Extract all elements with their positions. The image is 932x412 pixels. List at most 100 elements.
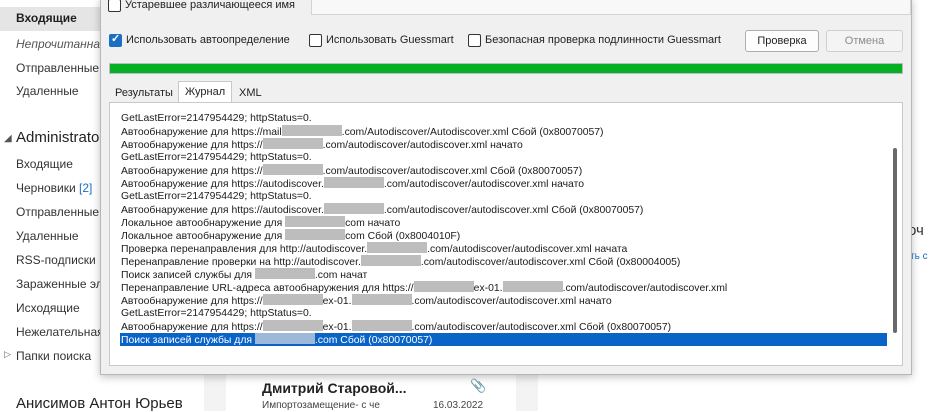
log-text: Автообнаружение для https://mail xyxy=(121,127,282,138)
redacted-text xyxy=(254,333,315,344)
redacted-text xyxy=(323,177,384,188)
folder-drafts[interactable]: Черновики [2] xyxy=(16,181,92,195)
log-text: Автообнаружение для https:// xyxy=(121,166,263,177)
redacted-text xyxy=(262,294,323,305)
folder-sent-favorite[interactable]: Отправленные xyxy=(16,61,99,75)
vertical-scrollbar[interactable] xyxy=(890,103,902,365)
log-text: .com/autodiscover/autodiscover.xml Сбой … xyxy=(383,205,644,216)
log-text: Автообнаружение для https:// xyxy=(121,140,263,151)
log-text: Автообнаружение для https://autodiscover… xyxy=(121,205,324,216)
redacted-text xyxy=(281,125,342,136)
redacted-text xyxy=(413,281,474,292)
log-line[interactable]: Проверка перенаправления для http://auto… xyxy=(120,242,887,255)
secure-guessmart-checkbox[interactable] xyxy=(468,34,481,47)
log-text: Перенаправление проверки на http://autod… xyxy=(121,257,361,268)
check-button[interactable]: Проверка xyxy=(745,30,819,52)
log-line[interactable]: Поиск записей службы для .com начат xyxy=(120,268,887,281)
folder-pane: Входящие Непрочитанная Отправленные Удал… xyxy=(0,0,183,412)
redacted-text xyxy=(262,138,323,149)
folder-sent[interactable]: Отправленные xyxy=(16,205,99,219)
log-text: ex-01. xyxy=(473,283,503,294)
log-line[interactable]: GetLastError=2147954429; httpStatus=0. xyxy=(120,190,887,203)
mail-list-item[interactable]: Дмитрий Старовой... 📎 Импортозамещение- … xyxy=(226,372,516,411)
log-line[interactable]: Локальное автообнаружение для com Сбой (… xyxy=(120,229,887,242)
redacted-text xyxy=(502,281,563,292)
log-text: ex-01. xyxy=(322,296,352,307)
use-guessmart-checkbox[interactable] xyxy=(309,34,322,47)
log-text: Перенаправление URL-адреса автообнаружен… xyxy=(121,283,414,294)
tab-results[interactable]: Результаты xyxy=(109,84,179,102)
log-text: Поиск записей службы для xyxy=(121,270,255,281)
log-text: .com/autodiscover/autodiscover.xml Сбой … xyxy=(322,166,583,177)
mail-date: 16.03.2022 xyxy=(433,400,484,411)
account-header-2[interactable]: Анисимов Антон Юрьев xyxy=(16,395,183,412)
log-text: .com/autodiscover/autodiscover.xml начат… xyxy=(322,140,523,151)
top-input-field[interactable] xyxy=(311,0,911,15)
log-line[interactable]: Автообнаружение для https://autodiscover… xyxy=(120,203,887,216)
folder-unread-favorite[interactable]: Непрочитанная xyxy=(16,37,106,51)
log-line[interactable]: Перенаправление проверки на http://autod… xyxy=(120,255,887,268)
log-text: Поиск записей службы для xyxy=(121,335,255,346)
reading-pane-link[interactable]: ть с xyxy=(910,251,928,262)
redacted-text xyxy=(351,294,412,305)
log-list[interactable]: GetLastError=2147954429; httpStatus=0. Ав… xyxy=(120,112,887,354)
log-line[interactable]: Локальное автообнаружение для com начато xyxy=(120,216,887,229)
collapse-arrow-icon[interactable]: ◢ xyxy=(4,133,12,144)
tab-xml[interactable]: XML xyxy=(233,84,268,102)
log-text: Автообнаружение для https:// xyxy=(121,322,263,333)
log-line[interactable]: Поиск записей службы для .com Сбой (0x80… xyxy=(120,333,887,346)
redacted-text xyxy=(285,216,346,227)
log-text: ex-01. xyxy=(322,322,352,333)
folder-junk[interactable]: Нежелательная xyxy=(16,325,104,339)
secure-guessmart-label: Безопасная проверка подлинности Guessmar… xyxy=(485,34,721,46)
log-line[interactable]: Автообнаружение для https://autodiscover… xyxy=(120,177,887,190)
redacted-text xyxy=(262,320,323,331)
progress-fill xyxy=(110,64,902,73)
folder-deleted-favorite[interactable]: Удаленные xyxy=(16,84,79,98)
log-text: .com/autodiscover/autodiscover.xml начат… xyxy=(383,179,585,190)
drafts-count: [2] xyxy=(79,181,93,195)
redacted-text xyxy=(367,242,428,253)
outdated-name-label: Устаревшее различающееся имя xyxy=(125,0,296,11)
log-line[interactable]: Перенаправление URL-адреса автообнаружен… xyxy=(120,281,887,294)
log-text: .com/autodiscover/autodiscover.xml Сбой … xyxy=(420,257,681,268)
tab-log[interactable]: Журнал xyxy=(178,81,233,103)
folder-inbox-favorite[interactable]: Входящие xyxy=(0,7,100,31)
redacted-text xyxy=(360,255,421,266)
expand-arrow-icon[interactable]: ▷ xyxy=(4,349,11,360)
log-text: Автообнаружение для https://autodiscover… xyxy=(121,179,324,190)
log-text: .com/autodiscover/autodiscover.xml начат… xyxy=(411,296,612,307)
log-text: Локальное автообнаружение для xyxy=(121,218,286,229)
use-autodetect-checkbox[interactable] xyxy=(109,32,122,47)
log-panel: GetLastError=2147954429; httpStatus=0. Ав… xyxy=(109,102,903,366)
use-guessmart-label: Использовать Guessmart xyxy=(326,34,454,46)
use-autodetect-label: Использовать автоопределение xyxy=(126,34,290,46)
log-text: Проверка перенаправления для http://auto… xyxy=(121,244,368,255)
account-header[interactable]: Administrato xyxy=(16,129,99,146)
cancel-button[interactable]: Отмена xyxy=(826,30,903,52)
log-text: Локальное автообнаружение для xyxy=(121,231,286,242)
log-line[interactable]: GetLastError=2147954429; httpStatus=0. xyxy=(120,151,887,164)
log-line[interactable]: Автообнаружение для https:// .com/autodis… xyxy=(120,164,887,177)
log-line[interactable]: Автообнаружение для https://mail .com/Aut… xyxy=(120,125,887,138)
log-text: .com/autodiscover/autodiscover.xml Сбой … xyxy=(411,322,672,333)
folder-outbox[interactable]: Исходящие xyxy=(16,301,80,315)
log-line[interactable]: GetLastError=2147954429; httpStatus=0. xyxy=(120,307,887,320)
log-text: GetLastError=2147954429; httpStatus=0. xyxy=(121,152,312,163)
log-line[interactable]: Автообнаружение для https:// ex-01. .com/a… xyxy=(120,294,887,307)
folder-search[interactable]: Папки поиска xyxy=(16,349,91,363)
folder-rss[interactable]: RSS-подписки xyxy=(16,253,96,267)
log-text: .com начат xyxy=(314,270,368,281)
folder-inbox[interactable]: Входящие xyxy=(16,157,73,171)
folder-deleted[interactable]: Удаленные xyxy=(16,229,79,243)
outdated-name-checkbox[interactable] xyxy=(108,0,121,12)
log-line[interactable]: Автообнаружение для https:// ex-01. .com/a… xyxy=(120,320,887,333)
log-line[interactable]: GetLastError=2147954429; httpStatus=0. xyxy=(120,112,887,125)
autoconfig-dialog: Устаревшее различающееся имя Использоват… xyxy=(100,0,912,375)
log-text: GetLastError=2147954429; httpStatus=0. xyxy=(121,191,312,202)
scrollbar-thumb[interactable] xyxy=(893,148,897,333)
log-text: .com/Autodiscover/Autodiscover.xml Сбой … xyxy=(341,127,604,138)
log-line[interactable]: Автообнаружение для https:// .com/autodis… xyxy=(120,138,887,151)
folder-infected[interactable]: Зараженные эл xyxy=(16,277,103,291)
log-text: GetLastError=2147954429; httpStatus=0. xyxy=(121,113,312,124)
